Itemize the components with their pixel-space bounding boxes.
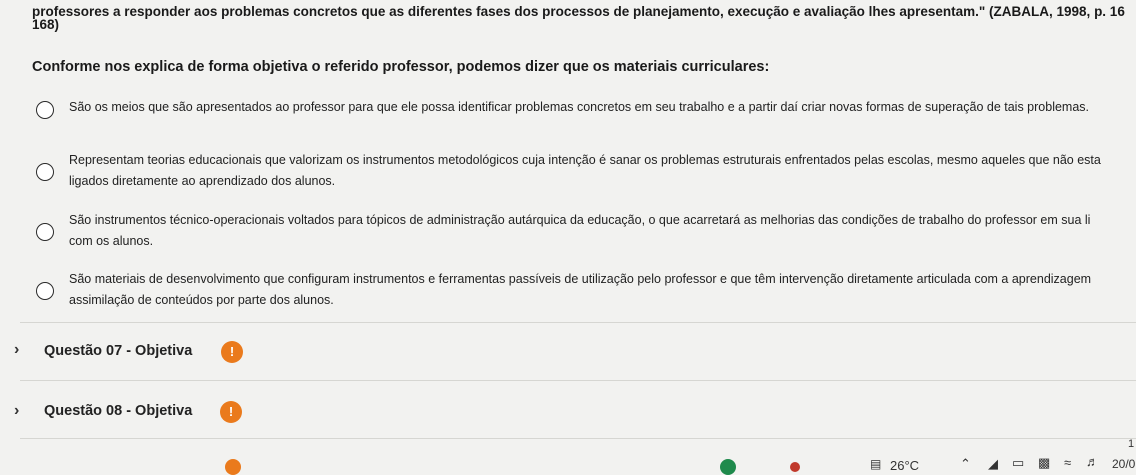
battery-icon[interactable]: ▭ (1012, 455, 1024, 471)
wifi-icon[interactable]: ≈ (1064, 455, 1071, 470)
temperature[interactable]: 26°C (890, 458, 919, 473)
option-text-line: ligados diretamente ao aprendizado dos a… (69, 174, 336, 188)
clock-date[interactable]: 20/0 (1112, 457, 1135, 471)
radio-button[interactable] (36, 163, 54, 181)
chevron-right-icon: › (14, 402, 20, 419)
option-text-line: com os alunos. (69, 234, 154, 248)
option-text-line: São instrumentos técnico-operacionais vo… (69, 213, 1091, 227)
quote-text-line2: 168) (32, 17, 60, 32)
question-07-row[interactable]: › Questão 07 - Objetiva ! (0, 325, 1136, 381)
chevron-up-icon[interactable]: ⌃ (960, 456, 971, 472)
network-icon[interactable]: ◢ (988, 456, 998, 472)
option-text-line: Representam teorias educacionais que val… (69, 153, 1101, 167)
option-text-line: São os meios que são apresentados ao pro… (69, 100, 1090, 114)
alert-icon: ! (220, 401, 242, 423)
question-08-row[interactable]: › Questão 08 - Objetiva ! (0, 382, 1136, 438)
radio-button[interactable] (36, 223, 54, 241)
question-08-label: Questão 08 - Objetiva (44, 403, 193, 419)
divider (20, 380, 1136, 381)
chevron-right-icon: › (14, 341, 20, 358)
app-icon[interactable] (790, 462, 800, 472)
option-text-line: assimilação de conteúdos por parte dos a… (69, 293, 334, 307)
clock-time[interactable]: 1 (1128, 438, 1134, 450)
question-07-label: Questão 07 - Objetiva (44, 343, 193, 359)
divider (20, 438, 1136, 439)
answer-option-d[interactable]: São materiais de desenvolvimento que con… (36, 272, 1136, 318)
alert-icon: ! (221, 341, 243, 363)
quote-text-line1: professores a responder aos problemas co… (32, 4, 1125, 19)
divider (20, 322, 1136, 323)
option-text: São instrumentos técnico-operacionais vo… (69, 210, 1136, 252)
keyboard-icon[interactable]: ▩ (1038, 455, 1050, 471)
option-text: Representam teorias educacionais que val… (69, 150, 1136, 192)
volume-icon[interactable]: ♬ (1086, 454, 1099, 469)
answer-option-a[interactable]: São os meios que são apresentados ao pro… (36, 99, 1136, 145)
option-text: São os meios que são apresentados ao pro… (69, 97, 1136, 118)
taskbar: ▤ 26°C ⌃ ◢ ▭ ▩ ≈ ♬ 1 20/0 (0, 438, 1136, 475)
weather-icon[interactable]: ▤ (870, 457, 881, 471)
answer-option-c[interactable]: São instrumentos técnico-operacionais vo… (36, 213, 1136, 259)
radio-button[interactable] (36, 282, 54, 300)
radio-button[interactable] (36, 101, 54, 119)
question-prompt: Conforme nos explica de forma objetiva o… (32, 59, 770, 75)
option-text-line: São materiais de desenvolvimento que con… (69, 272, 1092, 286)
option-text: São materiais de desenvolvimento que con… (69, 269, 1136, 311)
answer-option-b[interactable]: Representam teorias educacionais que val… (36, 153, 1136, 199)
